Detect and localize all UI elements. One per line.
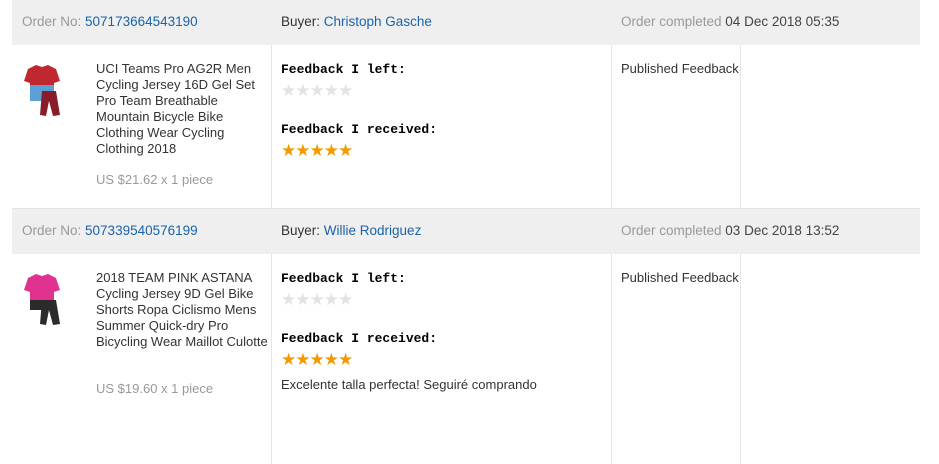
- product-thumbnail[interactable]: [22, 270, 62, 330]
- feedback-left-stars: ★★★★★: [281, 290, 353, 309]
- buyer-link[interactable]: Christoph Gasche: [324, 14, 432, 29]
- product-title[interactable]: UCI Teams Pro AG2R Men Cycling Jersey 16…: [96, 61, 268, 157]
- order-body: 2018 TEAM PINK ASTANA Cycling Jersey 9D …: [12, 254, 920, 464]
- order-body: UCI Teams Pro AG2R Men Cycling Jersey 16…: [12, 45, 920, 209]
- feedback-status: Published Feedback: [621, 270, 739, 285]
- star-icon: ★: [309, 350, 325, 369]
- buyer: Buyer: Willie Rodriguez: [281, 223, 422, 238]
- product-price: US $19.60 x 1 piece: [96, 381, 214, 396]
- feedback-received-stars: ★★★★★: [281, 350, 353, 369]
- feedback-received-label: Feedback I received:: [281, 122, 438, 137]
- order-number-link[interactable]: 507173664543190: [85, 14, 198, 29]
- order-completed: Order completed 04 Dec 2018 05:35: [621, 14, 840, 29]
- feedback-comment: Excelente talla perfecta! Seguiré compra…: [281, 377, 537, 392]
- product-cell: 2018 TEAM PINK ASTANA Cycling Jersey 9D …: [12, 254, 272, 464]
- order-number: Order No: 507339540576199: [22, 223, 198, 238]
- star-icon: ★: [295, 81, 310, 100]
- star-icon: ★: [295, 290, 310, 309]
- product-cell: UCI Teams Pro AG2R Men Cycling Jersey 16…: [12, 45, 272, 208]
- star-icon: ★: [281, 141, 296, 160]
- completed-date: 04 Dec 2018 05:35: [725, 14, 840, 29]
- star-icon: ★: [338, 290, 353, 309]
- order-card: Order No: 507173664543190 Buyer: Christo…: [12, 0, 920, 209]
- order-card: Order No: 507339540576199 Buyer: Willie …: [12, 209, 920, 464]
- feedback-cell: Feedback I left: ★★★★★ Feedback I receiv…: [272, 254, 612, 464]
- order-header: Order No: 507339540576199 Buyer: Willie …: [12, 209, 920, 254]
- buyer: Buyer: Christoph Gasche: [281, 14, 432, 29]
- star-icon: ★: [338, 350, 353, 369]
- star-icon: ★: [309, 141, 325, 160]
- feedback-cell: Feedback I left: ★★★★★ Feedback I receiv…: [272, 45, 612, 208]
- star-icon: ★: [281, 290, 296, 309]
- feedback-received-stars: ★★★★★: [281, 141, 353, 160]
- status-cell: Published Feedback: [612, 45, 741, 208]
- star-icon: ★: [281, 350, 296, 369]
- product-thumbnail[interactable]: [22, 61, 62, 121]
- buyer-link[interactable]: Willie Rodriguez: [324, 223, 422, 238]
- feedback-status: Published Feedback: [621, 61, 739, 76]
- star-icon: ★: [323, 81, 339, 100]
- order-number: Order No: 507173664543190: [22, 14, 198, 29]
- product-title[interactable]: 2018 TEAM PINK ASTANA Cycling Jersey 9D …: [96, 270, 268, 350]
- star-icon: ★: [295, 350, 310, 369]
- order-header: Order No: 507173664543190 Buyer: Christo…: [12, 0, 920, 45]
- star-icon: ★: [309, 290, 325, 309]
- feedback-left-label: Feedback I left:: [281, 271, 406, 286]
- star-icon: ★: [281, 81, 296, 100]
- star-icon: ★: [295, 141, 310, 160]
- feedback-received-label: Feedback I received:: [281, 331, 438, 346]
- product-price: US $21.62 x 1 piece: [96, 172, 214, 187]
- star-icon: ★: [323, 350, 339, 369]
- star-icon: ★: [309, 81, 325, 100]
- star-icon: ★: [323, 290, 339, 309]
- order-number-link[interactable]: 507339540576199: [85, 223, 198, 238]
- star-icon: ★: [338, 81, 353, 100]
- completed-date: 03 Dec 2018 13:52: [725, 223, 840, 238]
- feedback-left-label: Feedback I left:: [281, 62, 406, 77]
- star-icon: ★: [338, 141, 353, 160]
- orders-list: Order No: 507173664543190 Buyer: Christo…: [12, 0, 920, 464]
- status-cell: Published Feedback: [612, 254, 741, 464]
- order-completed: Order completed 03 Dec 2018 13:52: [621, 223, 840, 238]
- feedback-left-stars: ★★★★★: [281, 81, 353, 100]
- star-icon: ★: [323, 141, 339, 160]
